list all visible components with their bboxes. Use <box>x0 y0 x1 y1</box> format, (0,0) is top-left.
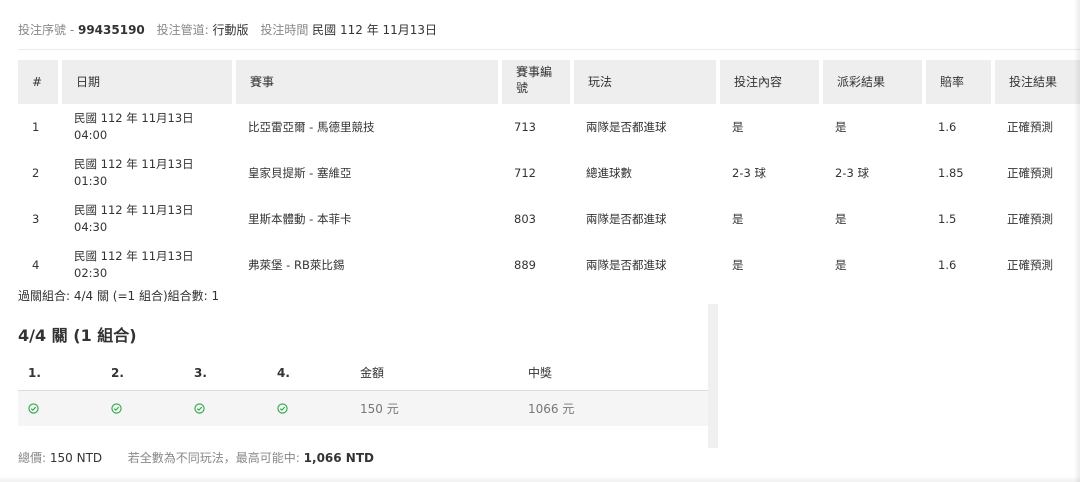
row-time: 04:30 <box>74 220 108 234</box>
serial-separator: - <box>66 23 78 37</box>
header-play: 玩法 <box>572 60 720 104</box>
serial-value: 99435190 <box>77 23 145 37</box>
combo-leg-3 <box>184 390 267 426</box>
combo-leg-1 <box>18 390 101 426</box>
row-outcome: 是 <box>835 119 847 134</box>
row-match: 皇家貝提斯 - 塞維亞 <box>248 165 352 180</box>
row-time: 01:30 <box>74 174 108 188</box>
row-result: 正確預測 <box>1007 211 1053 226</box>
combo-table: 1. 2. 3. 4. 金額 中獎 150 元 1066 元 <box>18 356 708 426</box>
row-index: 4 <box>32 257 40 272</box>
combo-leg-2 <box>101 390 184 426</box>
row-time: 02:30 <box>74 266 108 280</box>
row-pick: 是 <box>732 119 744 134</box>
check-circle-icon <box>28 403 39 414</box>
total-value: 150 NTD <box>49 451 103 465</box>
combo-title: 4/4 關 (1 組合) <box>18 326 137 345</box>
row-time: 04:00 <box>74 128 108 142</box>
combo-leg-4 <box>267 390 350 426</box>
bottom-edge-shadow <box>0 476 1080 482</box>
row-pick: 是 <box>732 257 744 272</box>
row-code: 713 <box>514 119 536 134</box>
row-outcome: 2-3 球 <box>835 165 869 180</box>
row-date: 民國 112 年 11月13日 <box>74 111 194 125</box>
table-row: 1 民國 112 年 11月13日 04:00 比亞雷亞爾 - 馬德里競技 713… <box>18 104 1080 150</box>
combo-row: 150 元 1066 元 <box>18 390 708 426</box>
check-circle-icon <box>277 403 288 414</box>
table-row: 3 民國 112 年 11月13日 04:30 里斯本體動 - 本菲卡 803 兩… <box>18 196 1080 242</box>
combo-header-prize: 中獎 <box>518 356 708 391</box>
row-datetime: 民國 112 年 11月13日 04:30 <box>60 196 234 242</box>
row-play: 兩隊是否都進球 <box>586 119 667 134</box>
check-circle-icon <box>194 403 205 414</box>
header-odds: 賠率 <box>924 60 995 104</box>
row-play: 兩隊是否都進球 <box>586 211 667 226</box>
meta-divider <box>18 49 1080 50</box>
row-index: 1 <box>32 119 40 134</box>
row-code: 889 <box>514 257 536 272</box>
header-match: 賽事 <box>234 60 502 104</box>
table-row: 4 民國 112 年 11月13日 02:30 弗萊堡 - RB萊比錫 889 兩… <box>18 242 1080 288</box>
row-date: 民國 112 年 11月13日 <box>74 157 194 171</box>
time-value: 民國 112 年 11月13日 <box>312 23 438 37</box>
total-label: 總價: <box>18 451 47 465</box>
max-win-note: 若全數為不同玩法，最高可能中: <box>127 451 300 465</box>
combo-header-amount: 金額 <box>350 356 518 391</box>
header-pick: 投注內容 <box>718 60 823 104</box>
row-datetime: 民國 112 年 11月13日 02:30 <box>60 242 234 288</box>
header-date: 日期 <box>60 60 236 104</box>
channel-value: 行動版 <box>212 23 249 37</box>
row-code: 803 <box>514 211 536 226</box>
header-result: 投注結果 <box>993 60 1080 104</box>
side-divider <box>708 304 718 448</box>
row-odds: 1.6 <box>938 257 957 272</box>
combo-header-leg-2: 2. <box>101 356 184 391</box>
row-play: 兩隊是否都進球 <box>586 257 667 272</box>
row-datetime: 民國 112 年 11月13日 04:00 <box>60 104 234 150</box>
row-play: 總進球數 <box>586 165 632 180</box>
max-win-value: 1,066 NTD <box>303 451 374 465</box>
right-edge-shadow <box>1074 0 1080 482</box>
row-date: 民國 112 年 11月13日 <box>74 203 194 217</box>
row-pick: 是 <box>732 211 744 226</box>
check-circle-icon <box>111 403 122 414</box>
row-odds: 1.6 <box>938 119 957 134</box>
header-index: # <box>18 60 62 104</box>
row-odds: 1.85 <box>938 165 964 180</box>
combo-prize: 1066 元 <box>518 390 708 426</box>
row-outcome: 是 <box>835 257 847 272</box>
serial-label: 投注序號 <box>18 23 67 37</box>
bet-footer: 總價: 150 NTD 若全數為不同玩法，最高可能中: 1,066 NTD <box>18 449 374 466</box>
combo-header-leg-1: 1. <box>18 356 101 391</box>
row-result: 正確預測 <box>1007 257 1053 272</box>
combo-header-leg-3: 3. <box>184 356 267 391</box>
row-result: 正確預測 <box>1007 119 1053 134</box>
bet-meta: 投注序號 - 99435190 投注管道: 行動版 投注時間 民國 112 年 … <box>18 21 445 38</box>
row-result: 正確預測 <box>1007 165 1053 180</box>
row-datetime: 民國 112 年 11月13日 01:30 <box>60 150 234 196</box>
bets-table: # 日期 賽事 賽事編號 玩法 投注內容 派彩結果 賠率 投注結果 1 民國 1… <box>18 60 1080 288</box>
combo-amount: 150 元 <box>350 390 518 426</box>
row-match: 弗萊堡 - RB萊比錫 <box>248 257 345 272</box>
header-outcome: 派彩結果 <box>821 60 926 104</box>
bets-header-row: # 日期 賽事 賽事編號 玩法 投注內容 派彩結果 賠率 投注結果 <box>18 60 1080 104</box>
row-index: 3 <box>32 211 40 226</box>
combo-summary: 過關組合: 4/4 關 (=1 組合)組合數: 1 <box>18 289 220 303</box>
time-label: 投注時間 <box>260 23 309 37</box>
combo-header-leg-4: 4. <box>267 356 350 391</box>
bet-detail-page: 投注序號 - 99435190 投注管道: 行動版 投注時間 民國 112 年 … <box>0 0 1080 482</box>
header-match-code: 賽事編號 <box>500 60 574 104</box>
row-match: 里斯本體動 - 本菲卡 <box>248 211 352 226</box>
row-pick: 2-3 球 <box>732 165 766 180</box>
table-row: 2 民國 112 年 11月13日 01:30 皇家貝提斯 - 塞維亞 712 總… <box>18 150 1080 196</box>
combo-header-row: 1. 2. 3. 4. 金額 中獎 <box>18 356 708 391</box>
row-outcome: 是 <box>835 211 847 226</box>
row-index: 2 <box>32 165 40 180</box>
row-odds: 1.5 <box>938 211 957 226</box>
row-match: 比亞雷亞爾 - 馬德里競技 <box>248 119 375 134</box>
row-code: 712 <box>514 165 536 180</box>
row-date: 民國 112 年 11月13日 <box>74 249 194 263</box>
channel-label: 投注管道: <box>156 23 209 37</box>
